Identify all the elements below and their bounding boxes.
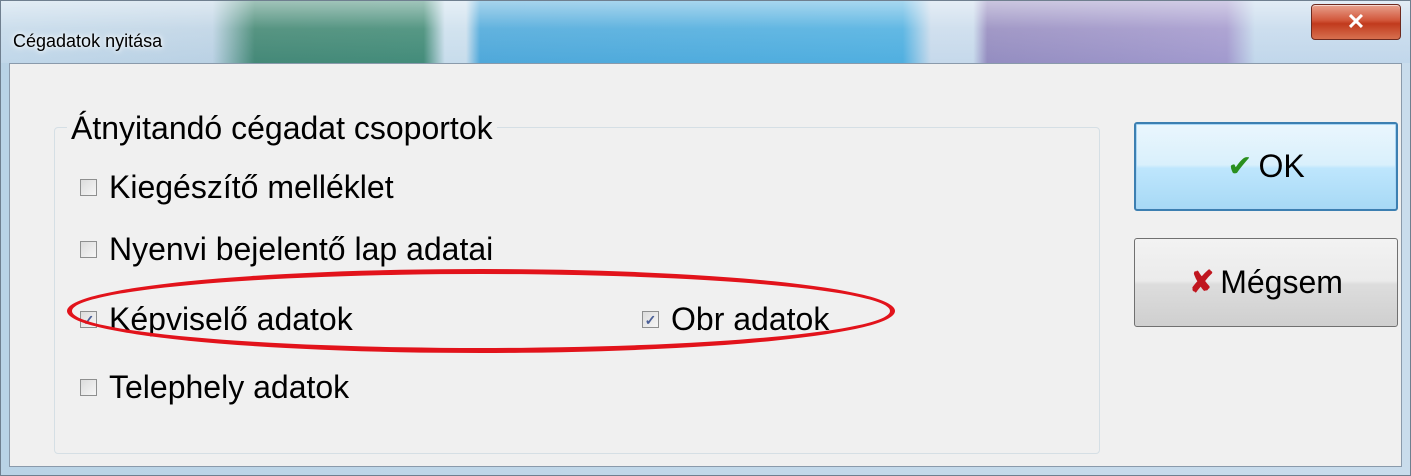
checkbox-kiegeszito-melleklet[interactable]: Kiegészítő melléklet — [80, 169, 394, 206]
cancel-button[interactable]: ✘ Mégsem — [1134, 238, 1398, 327]
dialog-body: Átnyitandó cégadat csoportok Kiegészítő … — [9, 63, 1402, 467]
checkbox-box[interactable] — [80, 241, 97, 258]
checkbox-label: Kiegészítő melléklet — [109, 169, 394, 205]
close-button[interactable]: ✕ — [1311, 4, 1401, 40]
groupbox-title: Átnyitandó cégadat csoportok — [67, 110, 497, 147]
x-icon: ✘ — [1189, 266, 1215, 299]
close-icon: ✕ — [1346, 9, 1366, 34]
title-bar[interactable] — [1, 1, 1410, 63]
checkbox-telephely-adatok[interactable]: Telephely adatok — [80, 369, 349, 406]
checkbox-nyenvi-bejelento-lap[interactable]: Nyenvi bejelentő lap adatai — [80, 231, 493, 268]
checkbox-box-checked[interactable]: ✓ — [80, 311, 97, 328]
checkbox-kepviselo-adatok[interactable]: ✓ Képviselő adatok — [80, 301, 353, 338]
checkbox-label: Telephely adatok — [109, 369, 350, 405]
checkbox-obr-adatok[interactable]: ✓ Obr adatok — [642, 301, 829, 338]
checkbox-box[interactable] — [80, 379, 97, 396]
checkbox-box[interactable] — [80, 179, 97, 196]
ok-button[interactable]: ✔ OK — [1134, 122, 1398, 211]
window-title: Cégadatok nyitása — [13, 31, 163, 51]
cancel-button-label: Mégsem — [1220, 264, 1343, 300]
checkbox-label: Obr adatok — [671, 301, 830, 337]
checkbox-label: Képviselő adatok — [109, 301, 353, 337]
check-icon: ✔ — [1227, 150, 1253, 183]
checkbox-box-checked[interactable]: ✓ — [642, 311, 659, 328]
checkbox-label: Nyenvi bejelentő lap adatai — [109, 231, 494, 267]
ok-button-label: OK — [1258, 148, 1305, 184]
dialog-window: Cégadatok nyitása ✕ Átnyitandó cégadat c… — [0, 0, 1411, 476]
